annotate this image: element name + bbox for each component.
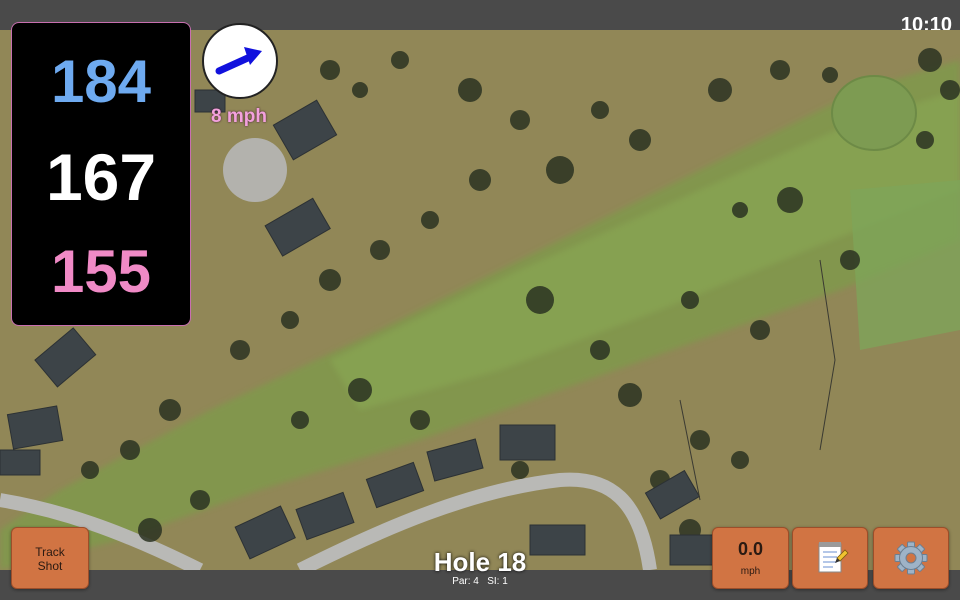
hole-title: Hole 18 [433,547,527,577]
yardage-panel: 184 167 155 [11,22,191,326]
middle-yardage: 167 [45,140,157,214]
hole-si: SI: 1 [487,576,508,587]
speed-value: 0.0 [737,539,764,559]
hole-par: Par: 4 [452,576,479,587]
settings-button[interactable] [873,527,949,589]
gear-icon [894,541,928,575]
wind-arrow-icon [215,47,262,75]
notes-button[interactable] [792,527,868,589]
wind-indicator [202,23,278,99]
track-shot-label-1: Track [35,545,65,559]
track-shot-label-2: Shot [37,559,63,573]
hole-info: Hole 18 Par: 4 SI: 1 [380,548,580,588]
back-yardage: 184 [50,48,152,115]
track-shot-button[interactable]: Track Shot [11,527,89,589]
front-yardage: 155 [50,238,152,305]
hole-details: Par: 4 SI: 1 [380,576,580,588]
speed-button[interactable]: 0.0 mph [712,527,789,589]
speed-unit: mph [740,566,761,577]
wind-speed: 8 mph [211,106,267,127]
notepad-icon [818,542,849,573]
